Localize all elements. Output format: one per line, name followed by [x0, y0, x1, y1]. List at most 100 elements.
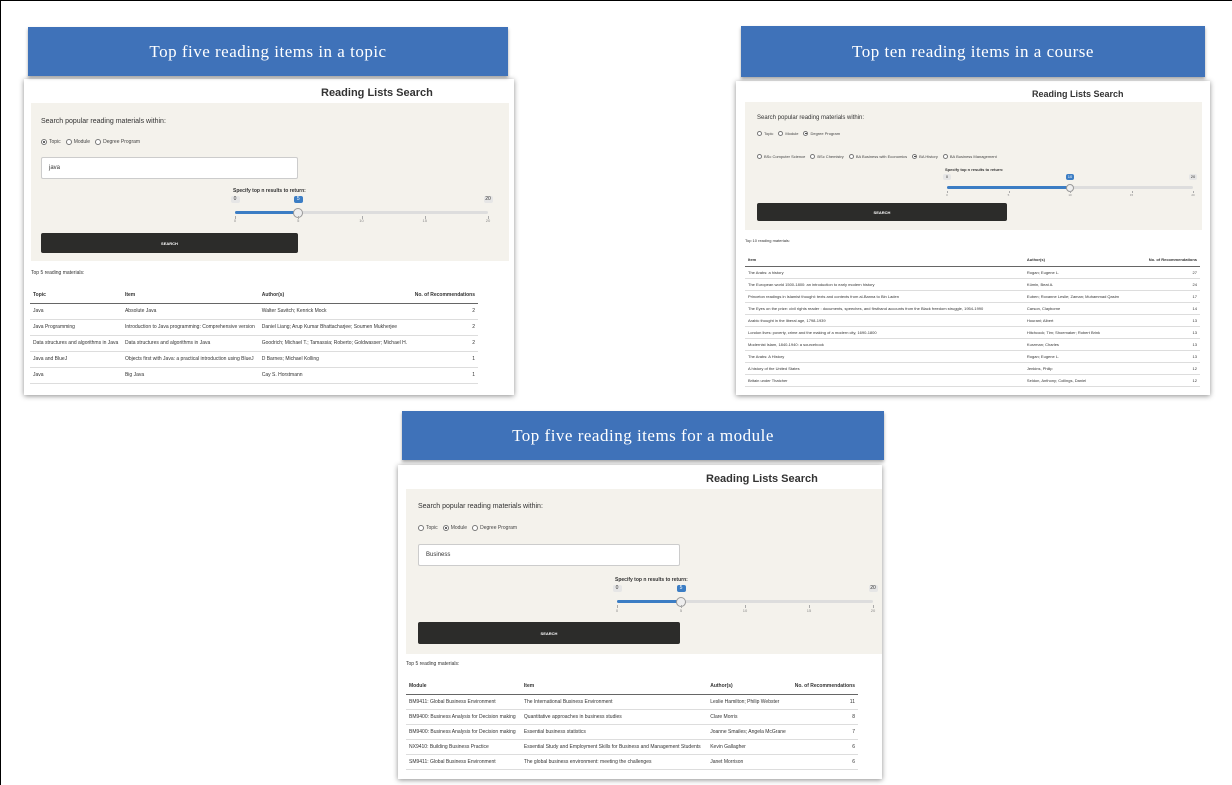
column-header[interactable]: Author(s): [258, 287, 412, 304]
table-cell: 12: [1137, 374, 1200, 387]
table-cell: Kurzman; Charles: [1023, 338, 1138, 351]
radio-module[interactable]: Module: [442, 525, 467, 531]
radio-button-icon[interactable]: [95, 139, 102, 145]
column-header[interactable]: Topic: [30, 287, 122, 304]
search-input[interactable]: Business: [418, 544, 680, 566]
radio-button-icon[interactable]: [803, 131, 809, 136]
table-row: BM9400: Business Analysis for Decision m…: [406, 709, 858, 725]
results-table: Item Author(s) No. of Recommendations The A…: [745, 254, 1200, 387]
table-header-row: Topic Item Author(s) No. of Recommendations: [30, 287, 478, 304]
program-radio-group: BSc Computer Science BSc Chemistry BA Busi…: [757, 154, 1002, 159]
radio-button-icon[interactable]: [912, 154, 918, 159]
table-cell: Java: [30, 303, 122, 320]
radio-ba-history[interactable]: BA History: [912, 154, 938, 159]
table-cell: Kevin Gallagher: [707, 739, 791, 755]
table-cell: Big Java: [121, 367, 259, 384]
slider-tick-label: 20: [1191, 193, 1195, 197]
table-cell: Seldon, Anthony; Collings, Daniel: [1023, 374, 1138, 387]
column-header[interactable]: No. of Recommendations: [1137, 254, 1200, 267]
table-cell: 2: [411, 319, 478, 336]
radio-label: Topic: [764, 131, 774, 136]
column-header[interactable]: Item: [520, 679, 708, 695]
top-n-slider[interactable]: 0 5 20 0 5 10 15 20: [230, 196, 493, 228]
radio-button-icon[interactable]: [41, 139, 47, 145]
radio-topic[interactable]: Topic: [41, 139, 61, 145]
table-cell: 2: [411, 335, 478, 352]
table-cell: NX9410: Building Business Practice: [406, 739, 521, 755]
table-cell: 12: [1137, 362, 1200, 375]
column-header[interactable]: No. of Recommendations: [790, 679, 858, 695]
radio-degree-program[interactable]: Degree Program: [472, 525, 517, 531]
search-button[interactable]: SEARCH: [41, 233, 298, 253]
table-cell: Essential Study and Employment Skills fo…: [520, 739, 708, 755]
radio-button-icon[interactable]: [65, 139, 72, 145]
table-cell: 13: [1137, 326, 1200, 339]
table-cell: Kümin, Beat A.: [1023, 278, 1138, 291]
radio-label: BA History: [919, 154, 938, 159]
table-cell: 7: [790, 724, 858, 740]
table-cell: Goodrich; Michael T.; Tamassia; Roberto;…: [258, 335, 412, 352]
radio-button-icon[interactable]: [757, 154, 762, 159]
table-cell: 8: [790, 709, 858, 725]
radio-degree-program[interactable]: Degree Program: [803, 131, 840, 136]
results-table: Topic Item Author(s) No. of Recommendations…: [30, 287, 478, 384]
radio-degree-program[interactable]: Degree Program: [95, 139, 140, 145]
search-button[interactable]: SEARCH: [757, 203, 1007, 221]
radio-button-icon[interactable]: [810, 154, 816, 159]
slider-min-label: 0: [612, 585, 622, 592]
table-row: The European world 1500-1800: an introdu…: [745, 278, 1200, 291]
radio-button-icon[interactable]: [942, 154, 948, 159]
table-header-row: Item Author(s) No. of Recommendations: [745, 254, 1200, 267]
table-cell: The Arabs: A History: [745, 350, 1024, 363]
search-input-value: Business: [426, 552, 451, 558]
radio-button-icon[interactable]: [418, 525, 424, 531]
radio-button-icon[interactable]: [757, 131, 762, 136]
scope-radio-group: Topic Module Degree Program: [418, 525, 522, 531]
table-row: Java Absolute Java Walter Savitch; Kenrick…: [30, 303, 478, 320]
radio-button-icon[interactable]: [442, 525, 449, 531]
radio-ba-business-management[interactable]: BA Business Management: [942, 154, 997, 159]
table-cell: Quantitative approaches in business stud…: [520, 709, 708, 725]
table-row: NX9410: Building Business Practice Essent…: [406, 739, 858, 755]
top-n-slider[interactable]: 0 10 20 0 5 10 15 20: [943, 174, 1197, 200]
radio-button-icon[interactable]: [848, 154, 854, 159]
table-row: A history of the United States Jenkins, P…: [745, 362, 1200, 375]
search-prompt: Search popular reading materials within:: [418, 503, 543, 510]
radio-module[interactable]: Module: [778, 131, 798, 136]
radio-ba-business-with-economics[interactable]: BA Business with Economics: [848, 154, 907, 159]
column-header[interactable]: Item: [745, 254, 1024, 267]
table-cell: Data structures and algorithms in Java: [121, 335, 259, 352]
radio-bsc-chemistry[interactable]: BSc Chemistry: [810, 154, 844, 159]
radio-bsc-computer-science[interactable]: BSc Computer Science: [757, 154, 805, 159]
radio-topic[interactable]: Topic: [757, 131, 773, 136]
search-input[interactable]: java: [41, 157, 298, 179]
table-cell: Janet Morrison: [707, 754, 791, 770]
column-header[interactable]: Author(s): [1023, 254, 1138, 267]
radio-module[interactable]: Module: [65, 139, 90, 145]
radio-label: BA Business Management: [949, 154, 997, 159]
column-header[interactable]: Module: [406, 679, 521, 695]
table-row: Java Big Java Cay S. Horstmann 1: [30, 367, 478, 384]
column-header[interactable]: Author(s): [707, 679, 791, 695]
table-row: Data structures and algorithms in Java Da…: [30, 335, 478, 352]
results-table: Module Item Author(s) No. of Recommendation…: [406, 679, 858, 770]
column-header[interactable]: Item: [121, 287, 259, 304]
table-cell: 13: [1137, 338, 1200, 351]
column-header[interactable]: No. of Recommendations: [411, 287, 478, 304]
top-n-slider[interactable]: 0 5 20 0 5 10 15 20: [612, 585, 878, 618]
table-row: Arabic thought in the liberal age, 1798-…: [745, 314, 1200, 327]
search-button[interactable]: SEARCH: [418, 622, 680, 644]
slider-value-label: 5: [293, 196, 303, 203]
table-row: Britain under Thatcher Seldon, Anthony; C…: [745, 374, 1200, 387]
table-cell: 1: [411, 351, 478, 368]
slider-tick-label: 15: [1129, 193, 1134, 197]
radio-button-icon[interactable]: [778, 131, 784, 136]
radio-button-icon[interactable]: [472, 525, 479, 531]
page-title: Reading Lists Search: [1032, 89, 1124, 99]
table-cell: 6: [790, 754, 858, 770]
table-cell: 13: [1137, 350, 1200, 363]
table-row: The Arabs: A History Rogan; Eugene L. 13: [745, 350, 1200, 363]
radio-topic[interactable]: Topic: [418, 525, 438, 531]
slider-fill: [617, 600, 681, 603]
table-row: The Eyes on the prize: civil rights read…: [745, 302, 1200, 315]
